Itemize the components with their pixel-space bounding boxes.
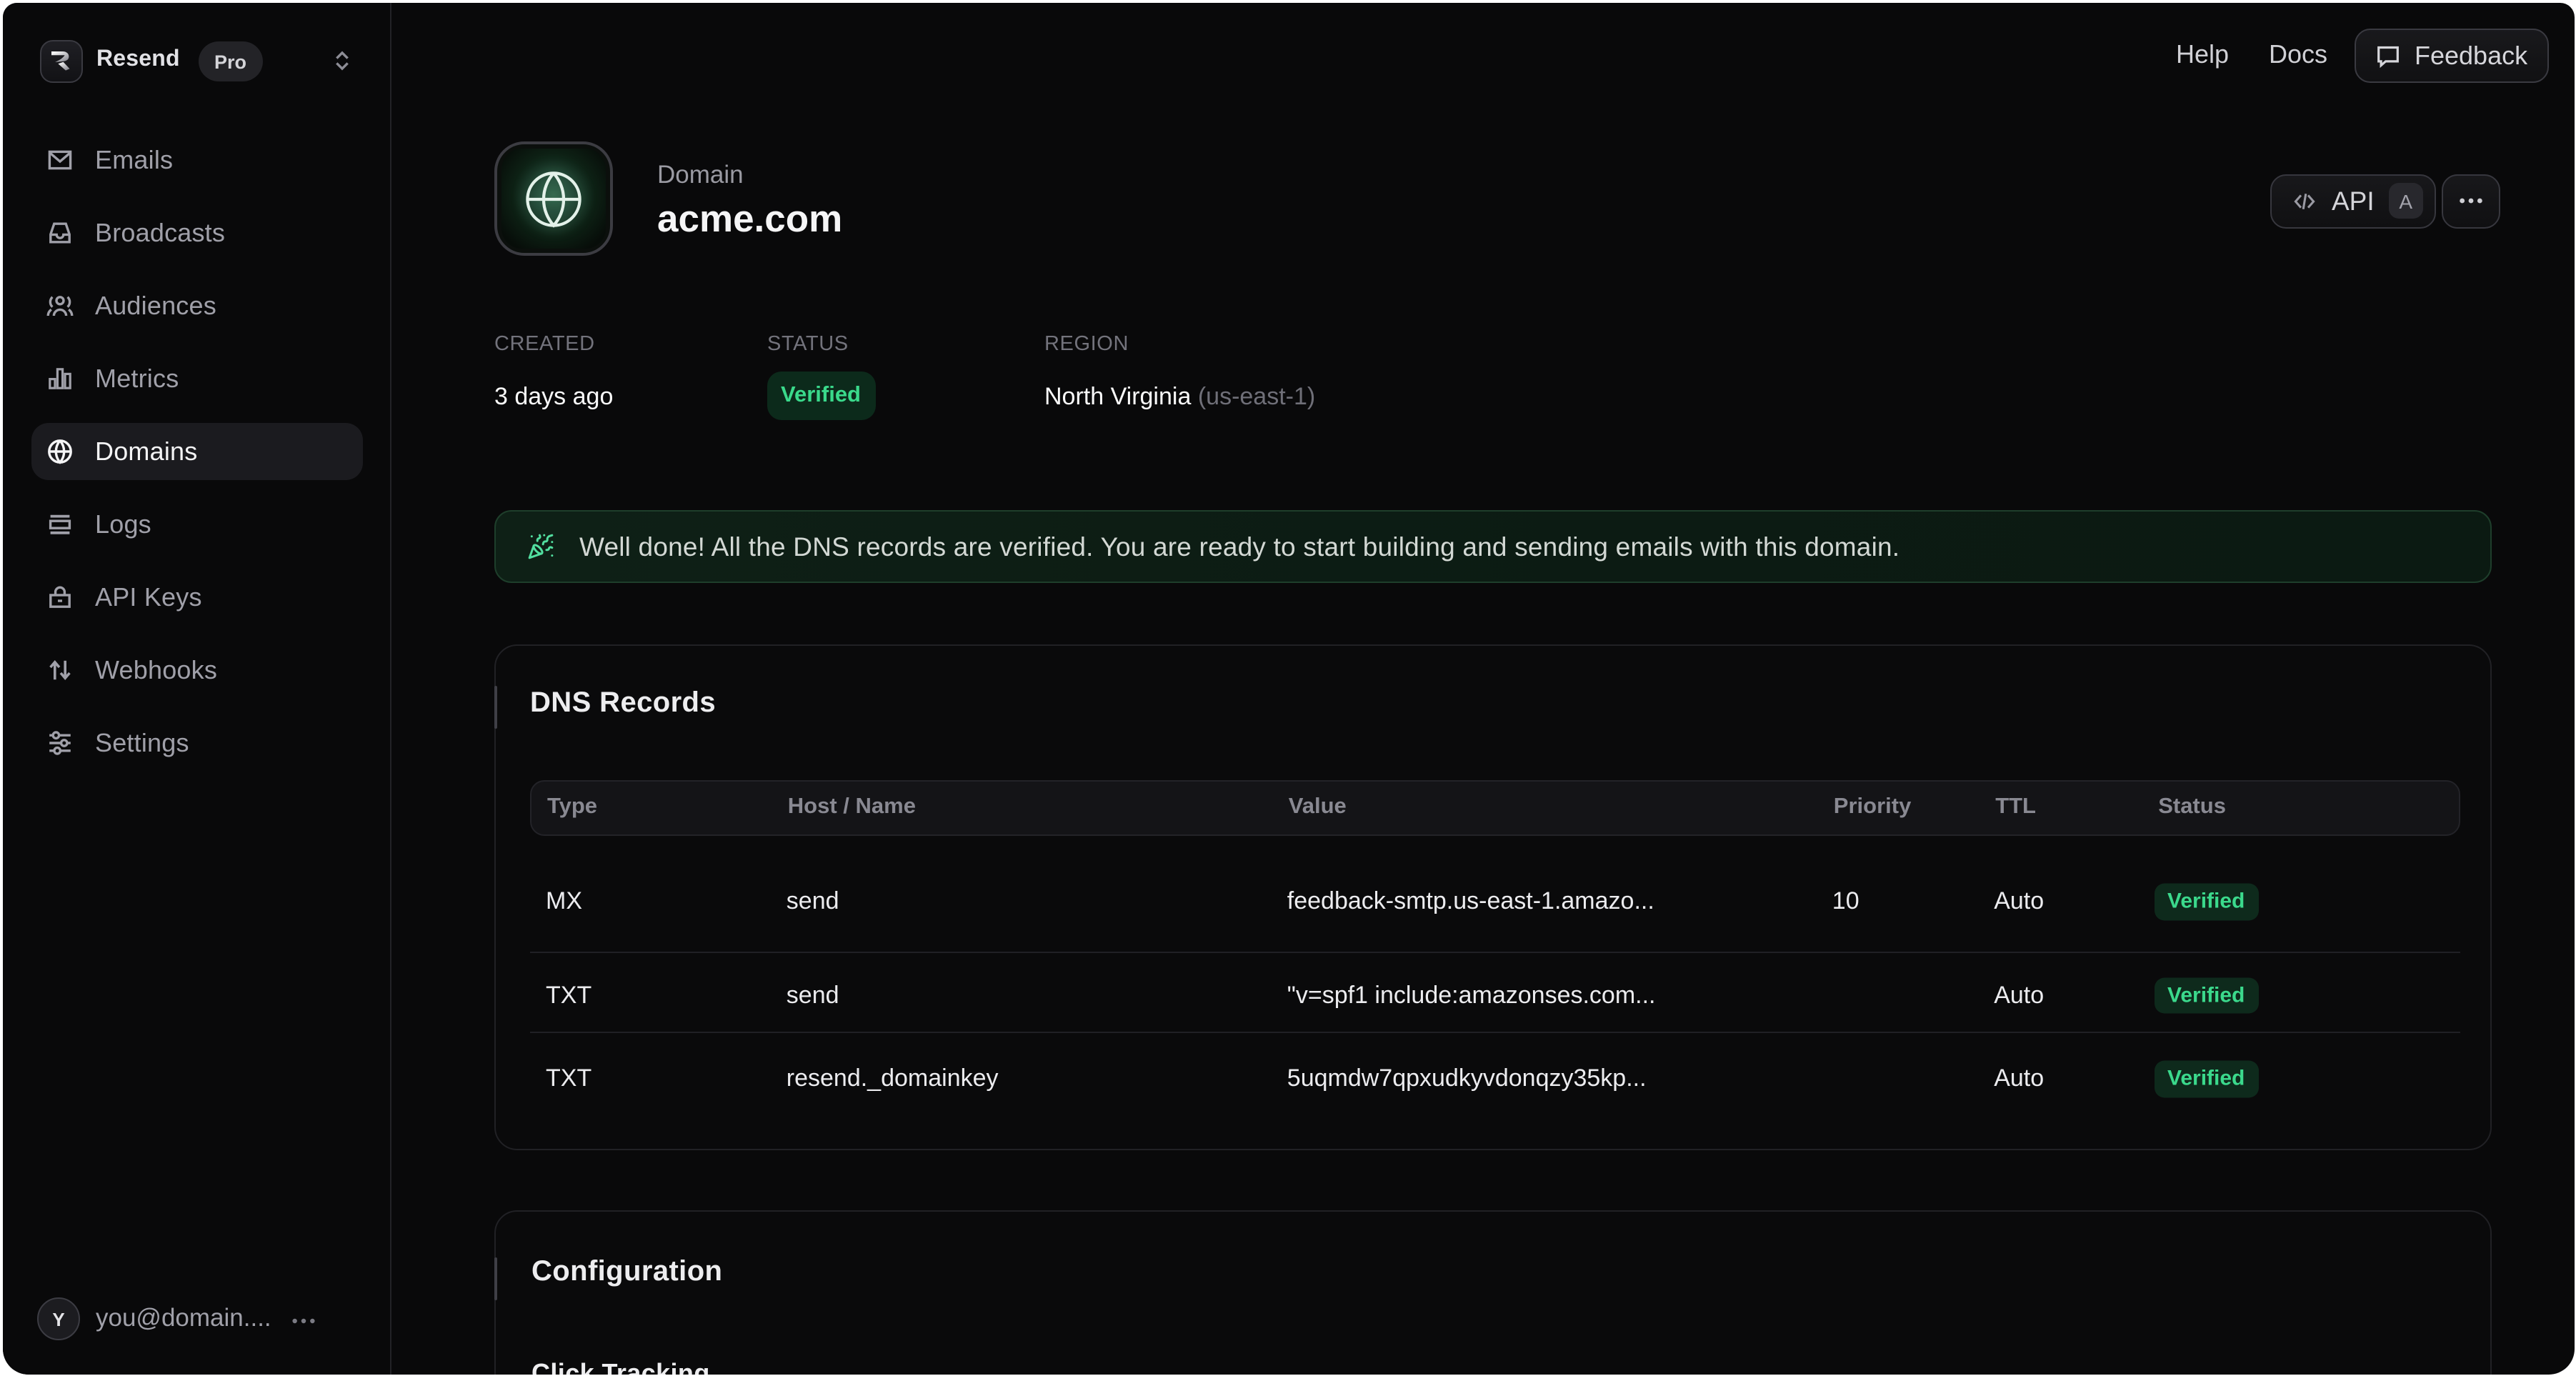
sidebar-item-emails[interactable]: Emails [31,131,362,189]
brand-name: Resend [96,46,180,72]
docs-link[interactable]: Docs [2269,40,2327,70]
region-value: North Virginia (us-east-1) [1044,383,1315,412]
verified-badge: Verified [2154,884,2258,920]
settings-icon [45,729,74,757]
cell-value: feedback-smtp.us-east-1.amazo... [1287,887,1654,916]
domain-kicker: Domain [657,159,744,189]
domains-icon [45,437,74,466]
resend-r-icon [50,50,71,71]
configuration-card: Configuration Click Tracking [494,1210,2492,1374]
cell-ttl: Auto [1994,887,2044,916]
audiences-icon [45,291,74,320]
column-host: Host / Name [788,794,916,820]
cell-host: send [787,981,839,1009]
region-label: REGION [1044,333,1129,356]
sidebar-item-api-keys[interactable]: API Keys [31,569,362,626]
sidebar-item-label: Settings [95,728,189,758]
party-popper-icon [526,533,554,560]
sidebar-item-label: Broadcasts [95,218,225,248]
table-header: Type Host / Name Value Priority TTL Stat… [530,780,2460,836]
column-value: Value [1289,794,1347,820]
dns-records-card: DNS Records Type Host / Name Value Prior… [494,644,2492,1150]
success-banner: Well done! All the DNS records are verif… [494,510,2492,584]
sidebar-item-metrics[interactable]: Metrics [31,350,362,407]
configuration-title: Configuration [531,1256,722,1289]
column-status: Status [2158,794,2226,820]
main-panel: Help Docs Feedback Domain acme.com [391,2,2574,1374]
column-ttl: TTL [1995,794,2036,820]
status-label: STATUS [767,333,849,356]
cell-priority: 10 [1832,887,1859,916]
sidebar-item-label: Domains [95,437,197,467]
sidebar-item-webhooks[interactable]: Webhooks [31,642,362,699]
sidebar-item-logs[interactable]: Logs [31,496,362,553]
sidebar-item-label: Webhooks [95,655,217,685]
help-link[interactable]: Help [2176,40,2229,70]
created-label: CREATED [494,333,595,356]
page-title: acme.com [657,197,842,241]
created-value: 3 days ago [494,383,613,412]
cell-ttl: Auto [1994,981,2044,1009]
resend-logo[interactable] [39,39,82,82]
cell-type: TXT [546,981,591,1009]
user-email: you@domain.... [96,1303,271,1333]
sidebar-item-label: API Keys [95,582,202,612]
sidebar-item-settings[interactable]: Settings [31,714,362,772]
globe-icon [524,169,582,228]
sidebar-item-broadcasts[interactable]: Broadcasts [31,204,362,261]
sidebar-item-label: Logs [95,509,151,539]
feedback-button[interactable]: Feedback [2355,29,2549,83]
domain-icon-tile [494,141,612,256]
domain-actions-button[interactable] [2442,174,2500,228]
user-row[interactable]: Y you@domain.... [2,1274,391,1374]
api-keys-icon [45,583,74,612]
sidebar-item-label: Emails [95,145,173,175]
broadcasts-icon [45,219,74,247]
cell-host: send [787,887,839,916]
sidebar-item-label: Audiences [95,291,216,321]
cell-ttl: Auto [1994,1065,2044,1093]
card-accent-notch [494,1257,497,1300]
sidebar-item-domains[interactable]: Domains [31,423,362,480]
row-separator [530,1032,2460,1033]
feedback-bubble-icon [2375,42,2402,69]
sidebar-nav: Emails Broadcasts Audiences Metrics Domains L… [31,131,362,772]
cell-host: resend._domainkey [787,1065,999,1093]
card-accent-notch [494,686,497,729]
code-icon [2292,188,2317,214]
column-type: Type [547,794,597,820]
app-window: Resend Pro Emails Broadcasts Audiences Metr… [2,2,2574,1374]
plan-badge: Pro [198,41,263,81]
avatar: Y [37,1297,80,1340]
emails-icon [45,146,74,174]
click-tracking-label: Click Tracking [531,1359,710,1374]
cell-type: TXT [546,1065,591,1093]
ellipsis-icon [2457,187,2485,214]
column-priority: Priority [1834,794,1912,820]
metrics-icon [45,364,74,393]
verified-badge: Verified [2154,977,2258,1014]
webhooks-icon [45,656,74,684]
dns-records-title: DNS Records [530,688,716,721]
cell-type: MX [546,887,582,916]
status-badge: Verified [767,372,875,420]
cell-value: 5uqmdw7qpxudkyvdonqzy35kp... [1287,1065,1647,1093]
user-menu-dots-icon[interactable] [289,1307,316,1341]
banner-message: Well done! All the DNS records are verif… [579,531,1899,562]
row-separator [530,952,2460,953]
api-shortcut-key: A [2389,183,2423,219]
verified-badge: Verified [2154,1061,2258,1097]
org-switcher-chevron-icon[interactable] [329,48,354,79]
logs-icon [45,510,74,539]
sidebar-item-audiences[interactable]: Audiences [31,277,362,334]
api-button[interactable]: API A [2270,174,2436,228]
cell-value: "v=spf1 include:amazonses.com... [1287,981,1656,1009]
sidebar: Resend Pro Emails Broadcasts Audiences Metr… [2,2,391,1374]
sidebar-item-label: Metrics [95,364,179,394]
